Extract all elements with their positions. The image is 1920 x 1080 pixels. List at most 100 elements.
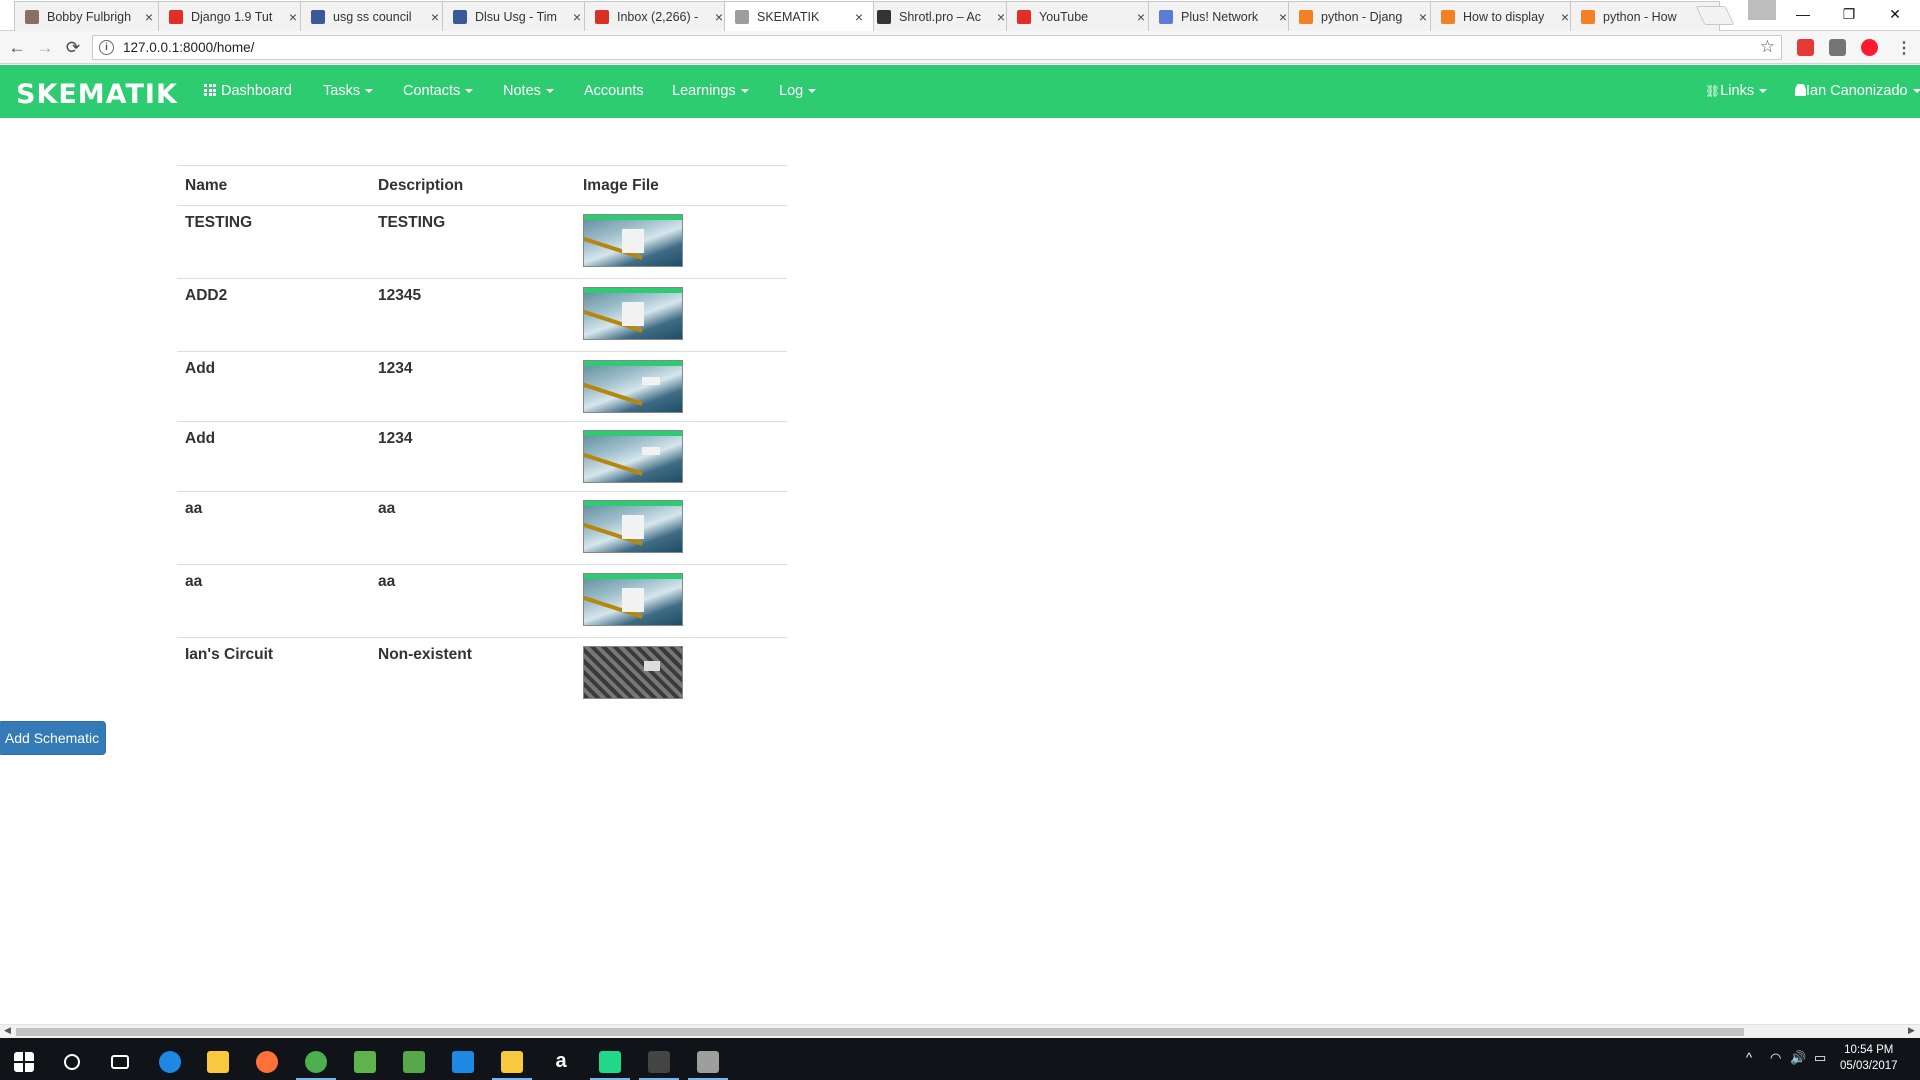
nav-item-accounts[interactable]: Accounts: [584, 83, 644, 99]
add-schematic-button[interactable]: Add Schematic: [0, 721, 106, 755]
table-row: Add 1234: [177, 351, 787, 422]
forward-button[interactable]: →: [34, 37, 56, 59]
browser-tab[interactable]: Inbox (2,266) - ×: [584, 1, 734, 31]
nav-item-contacts[interactable]: Contacts: [403, 83, 474, 99]
window-minimize-button[interactable]: —: [1780, 0, 1826, 28]
notification-icon[interactable]: ▭: [1814, 1050, 1826, 1066]
browser-tab[interactable]: How to display ×: [1430, 1, 1580, 31]
window-close-button[interactable]: ✕: [1872, 0, 1918, 28]
browser-tab[interactable]: Plus! Network ×: [1148, 1, 1298, 31]
task-view-taskbar-icon[interactable]: [96, 1043, 144, 1080]
url-text[interactable]: 127.0.0.1:8000/home/: [123, 40, 254, 55]
forward-arrow-icon: →: [36, 38, 54, 57]
system-clock[interactable]: 10:54 PM 05/03/2017: [1840, 1042, 1898, 1074]
back-button[interactable]: ←: [6, 37, 28, 59]
site-info-icon[interactable]: i: [99, 40, 114, 55]
bookmark-star-icon[interactable]: ☆: [1760, 37, 1775, 57]
horizontal-scrollbar[interactable]: ◀ ▶: [0, 1024, 1920, 1038]
browser-tab[interactable]: Bobby Fulbrigh ×: [14, 1, 164, 31]
chrome-taskbar-icon[interactable]: [292, 1043, 340, 1080]
pycharm-taskbar-icon[interactable]: [586, 1043, 634, 1080]
tab-close-icon[interactable]: ×: [287, 9, 299, 25]
tab-favicon-icon: [1581, 9, 1595, 24]
clock-time: 10:54 PM: [1844, 1044, 1894, 1056]
user-icon: [1795, 84, 1806, 96]
terminal-taskbar-icon[interactable]: [635, 1043, 683, 1080]
schematic-thumbnail-image[interactable]: [583, 500, 683, 553]
thumbnail-navbar: [584, 361, 682, 366]
extension-icon-1[interactable]: [1797, 39, 1814, 56]
tab-title: Bobby Fulbrigh: [47, 9, 132, 24]
address-bar[interactable]: i 127.0.0.1:8000/home/ ☆: [92, 35, 1782, 60]
table-row: TESTING TESTING: [177, 205, 787, 279]
nav-links-dropdown[interactable]: ⛓Links: [1705, 83, 1768, 99]
opera-extension-icon[interactable]: [1861, 39, 1878, 56]
nav-item-learnings[interactable]: Learnings: [672, 83, 749, 99]
tab-favicon-icon: [1159, 9, 1173, 24]
start-taskbar-icon[interactable]: [0, 1043, 48, 1080]
file-explorer-taskbar-icon[interactable]: [194, 1043, 242, 1080]
wifi-icon[interactable]: ◠: [1770, 1050, 1781, 1066]
firefox-icon: [256, 1050, 278, 1073]
photos-taskbar-icon[interactable]: [341, 1043, 389, 1080]
reload-button[interactable]: ⟳: [62, 37, 84, 59]
browser-tab[interactable]: Shrotl.pro – Ac ×: [866, 1, 1016, 31]
folder-taskbar-icon[interactable]: [488, 1043, 536, 1080]
amazon-taskbar-icon[interactable]: a: [537, 1043, 585, 1080]
nav-item-notes[interactable]: Notes: [503, 83, 554, 99]
nav-item-label: Dashboard: [221, 83, 292, 99]
scrollbar-thumb[interactable]: [16, 1028, 1744, 1036]
browser-tab[interactable]: python - Djang ×: [1288, 1, 1438, 31]
cell-name: aa: [177, 564, 370, 638]
schematic-thumbnail-image[interactable]: [583, 287, 683, 340]
browser-tab[interactable]: SKEMATIK ×: [724, 1, 874, 31]
nav-item-tasks[interactable]: Tasks: [323, 83, 374, 99]
volume-icon[interactable]: 🔊: [1790, 1050, 1806, 1066]
schematic-thumbnail-image[interactable]: [583, 430, 683, 483]
tab-close-icon[interactable]: ×: [1135, 9, 1147, 25]
scroll-left-icon[interactable]: ◀: [4, 1025, 11, 1036]
thumbnail-panel: [642, 377, 660, 385]
nav-item-log[interactable]: Log: [779, 83, 817, 99]
firefox-taskbar-icon[interactable]: [243, 1043, 291, 1080]
schematic-thumbnail-image[interactable]: [583, 573, 683, 626]
store-taskbar-icon[interactable]: [439, 1043, 487, 1080]
tab-close-icon[interactable]: ×: [1417, 9, 1429, 25]
browser-tab[interactable]: usg ss council ×: [300, 1, 450, 31]
browser-menu-icon[interactable]: ⋮: [1896, 38, 1912, 58]
tab-close-icon[interactable]: ×: [429, 9, 441, 25]
browser-tab[interactable]: Dlsu Usg - Tim ×: [442, 1, 592, 31]
caret-down-icon: [545, 89, 554, 94]
cell-description: aa: [370, 491, 575, 565]
dashboard-grid-icon: [204, 84, 216, 96]
nav-item-label: Log: [779, 83, 804, 99]
cell-name: Ian's Circuit: [177, 637, 370, 707]
window-restore-button[interactable]: ❐: [1826, 0, 1872, 28]
profile-icon[interactable]: [1748, 0, 1776, 20]
nav-item-dashboard[interactable]: Dashboard: [204, 83, 292, 99]
tab-title: python - Djang: [1321, 9, 1403, 24]
nav-user-dropdown[interactable]: Ian Canonizado: [1795, 83, 1920, 99]
edge-taskbar-icon[interactable]: [146, 1043, 194, 1080]
schematic-thumbnail-image[interactable]: [583, 214, 683, 267]
schematic-thumbnail-image[interactable]: [583, 646, 683, 699]
tab-close-icon[interactable]: ×: [143, 9, 155, 25]
schematic-thumbnail-image[interactable]: [583, 360, 683, 413]
extension-icon-2[interactable]: [1829, 39, 1846, 56]
scroll-right-icon[interactable]: ▶: [1908, 1025, 1915, 1036]
tab-close-icon[interactable]: ×: [853, 9, 865, 25]
link-icon: ⛓: [1705, 84, 1721, 98]
notepad-taskbar-icon[interactable]: [390, 1043, 438, 1080]
cell-image-file: [575, 351, 787, 422]
tab-close-icon[interactable]: ×: [571, 9, 583, 25]
thumbnail-navbar: [584, 501, 682, 506]
thumbnail-panel: [644, 661, 660, 671]
browser-tab[interactable]: Django 1.9 Tut ×: [158, 1, 308, 31]
caret-down-icon: [808, 89, 817, 94]
tray-chevron-icon[interactable]: ^: [1746, 1050, 1752, 1065]
search-taskbar-icon[interactable]: [48, 1043, 96, 1080]
database-taskbar-icon[interactable]: [684, 1043, 732, 1080]
browser-tab[interactable]: YouTube ×: [1006, 1, 1156, 31]
brand-logo[interactable]: SKEMATIK: [16, 79, 178, 110]
caret-down-icon: [465, 89, 474, 94]
